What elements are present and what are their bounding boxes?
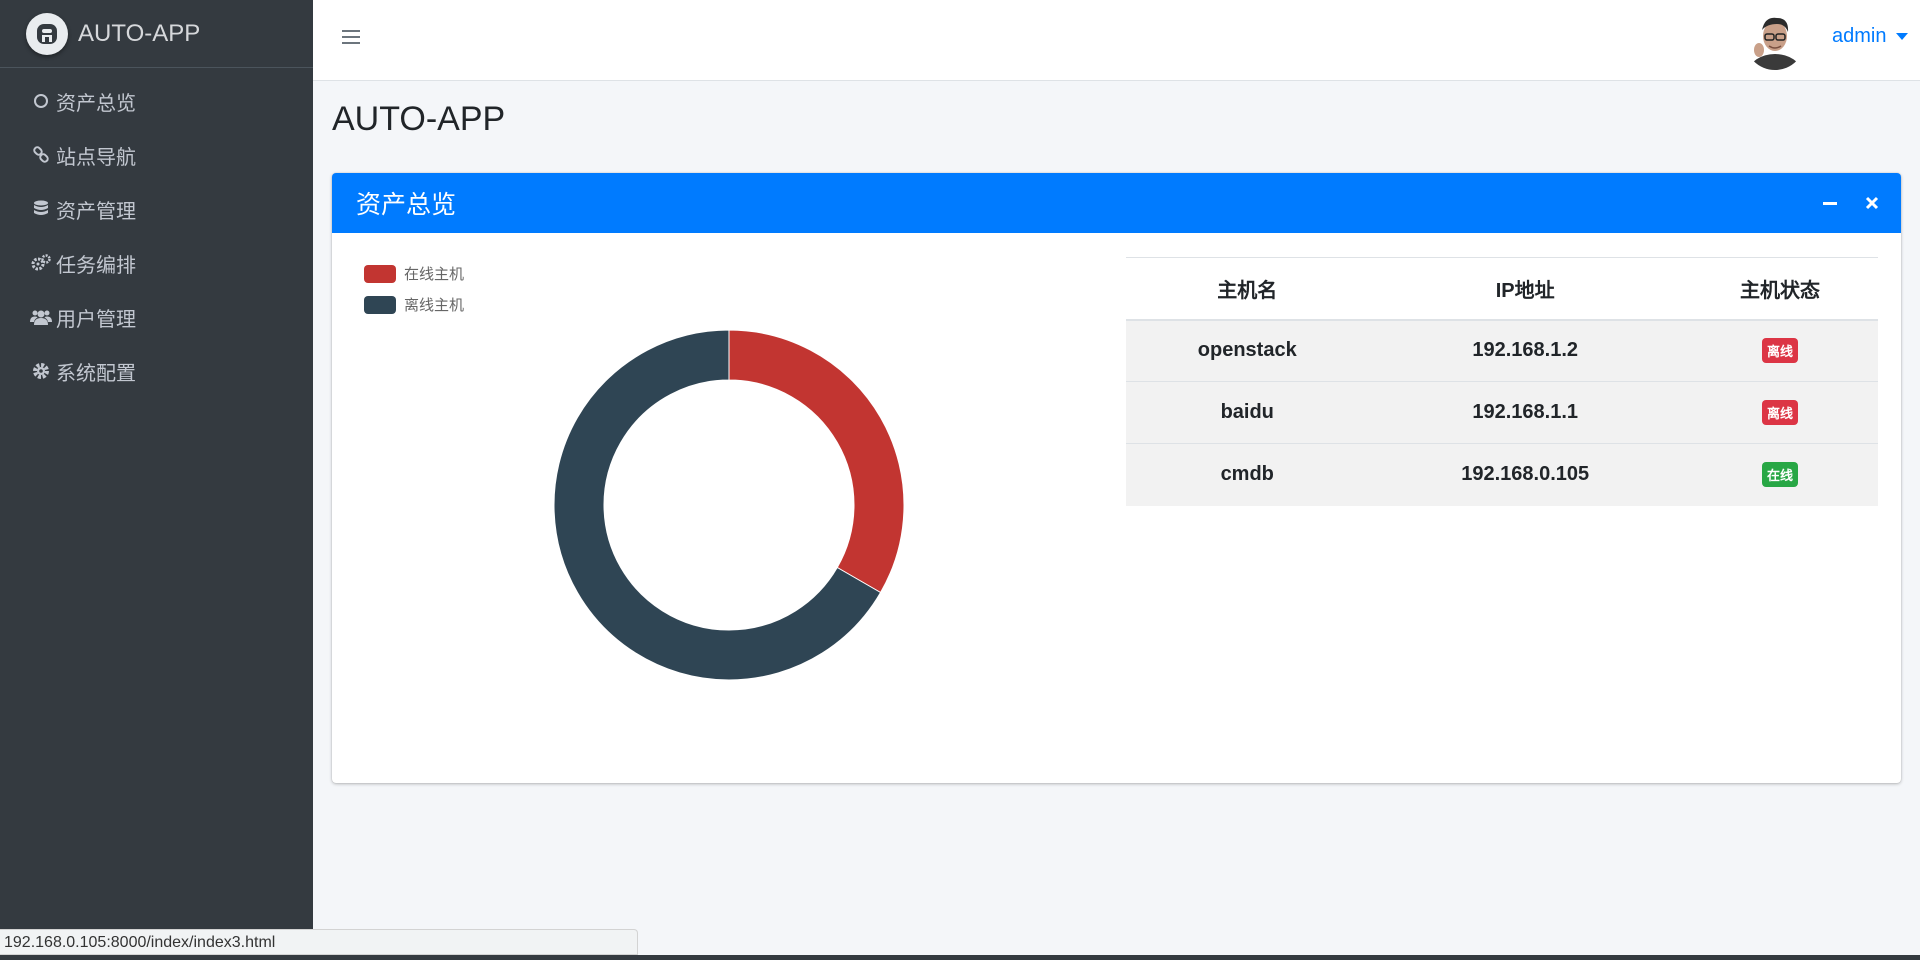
username-label: admin <box>1832 25 1887 47</box>
sidebar-item-user-management[interactable]: 用户管理 <box>0 290 313 344</box>
link-icon <box>30 145 52 165</box>
legend-swatch <box>364 295 396 314</box>
card-title: 资产总览 <box>356 191 457 219</box>
cell-hostname: baidu <box>1126 381 1369 444</box>
status-badge: 在线 <box>1761 462 1798 488</box>
chevron-down-icon <box>1896 33 1909 40</box>
cell-ip: 192.168.1.2 <box>1368 319 1682 382</box>
column-header-status: 主机状态 <box>1681 257 1878 321</box>
sidebar-nav: 资产总览 站点导航 资产管理 任务编排 用户管理 系统配置 <box>0 68 313 398</box>
bottom-edge <box>0 955 1920 960</box>
circle-icon <box>30 91 52 111</box>
database-icon <box>30 199 52 219</box>
legend-label: 在线主机 <box>404 266 465 283</box>
cell-hostname: openstack <box>1126 319 1369 382</box>
status-url: 192.168.0.105:8000/index/index3.html <box>4 934 276 951</box>
status-badge: 离线 <box>1761 400 1798 425</box>
table-row: openstack 192.168.1.2 离线 <box>1126 319 1878 382</box>
legend-item-online[interactable]: 在线主机 <box>364 263 464 284</box>
column-header-ip: IP地址 <box>1368 257 1682 321</box>
cell-ip: 192.168.1.1 <box>1368 381 1682 444</box>
cell-ip: 192.168.0.105 <box>1368 443 1682 506</box>
close-icon[interactable] <box>1860 191 1884 215</box>
browser-status-bar: 192.168.0.105:8000/index/index3.html <box>0 929 638 955</box>
page-title: AUTO-APP <box>332 100 506 138</box>
legend-label: 离线主机 <box>404 297 465 314</box>
sidebar-item-task-orchestration[interactable]: 任务编排 <box>0 236 313 290</box>
cell-status: 离线 <box>1681 381 1878 444</box>
menu-toggle-icon[interactable] <box>342 30 360 46</box>
brand-link[interactable]: AUTO-APP <box>0 0 313 68</box>
sidebar-item-label: 用户管理 <box>56 308 136 331</box>
cell-hostname: cmdb <box>1126 443 1369 506</box>
cell-status: 离线 <box>1681 319 1878 382</box>
status-badge: 离线 <box>1761 338 1798 364</box>
sidebar-item-label: 资产总览 <box>56 92 136 115</box>
host-status-donut-chart <box>553 329 905 681</box>
sidebar-item-system-config[interactable]: 系统配置 <box>0 344 313 398</box>
user-menu-dropdown[interactable]: admin <box>1832 25 1909 48</box>
users-icon <box>30 307 52 327</box>
sidebar-item-label: 系统配置 <box>56 362 136 385</box>
cell-status: 在线 <box>1681 443 1878 506</box>
sidebar-item-label: 任务编排 <box>56 254 136 277</box>
chart-legend: 在线主机 离线主机 <box>364 263 464 325</box>
table-header-row: 主机名 IP地址 主机状态 <box>1126 257 1878 321</box>
sidebar-item-asset-overview[interactable]: 资产总览 <box>0 74 313 128</box>
sidebar-item-label: 资产管理 <box>56 200 136 223</box>
asset-overview-card: 资产总览 在线主机 离线主机 主机名 IP地址 主机状态 openstack 1… <box>332 173 1901 783</box>
sidebar-item-asset-management[interactable]: 资产管理 <box>0 182 313 236</box>
cogs-icon <box>30 253 52 273</box>
top-navbar: admin <box>313 0 1920 81</box>
brand-logo <box>26 12 68 55</box>
gear-icon <box>30 361 52 381</box>
donut-slice-0[interactable] <box>728 329 905 594</box>
minimize-icon[interactable] <box>1818 191 1842 215</box>
card-header: 资产总览 <box>332 173 1901 233</box>
sidebar-item-label: 站点导航 <box>56 146 136 169</box>
legend-swatch <box>364 264 396 283</box>
legend-item-offline[interactable]: 离线主机 <box>364 294 464 315</box>
sidebar: AUTO-APP 资产总览 站点导航 资产管理 任务编排 用户管理 系统配置 <box>0 0 313 960</box>
sidebar-item-site-nav[interactable]: 站点导航 <box>0 128 313 182</box>
avatar[interactable] <box>1745 10 1805 70</box>
brand-name: AUTO-APP <box>78 19 201 47</box>
table-row: cmdb 192.168.0.105 在线 <box>1126 443 1878 506</box>
host-table: 主机名 IP地址 主机状态 openstack 192.168.1.2 离线 b… <box>1126 257 1878 506</box>
table-row: baidu 192.168.1.1 离线 <box>1126 381 1878 444</box>
column-header-hostname: 主机名 <box>1126 257 1369 321</box>
